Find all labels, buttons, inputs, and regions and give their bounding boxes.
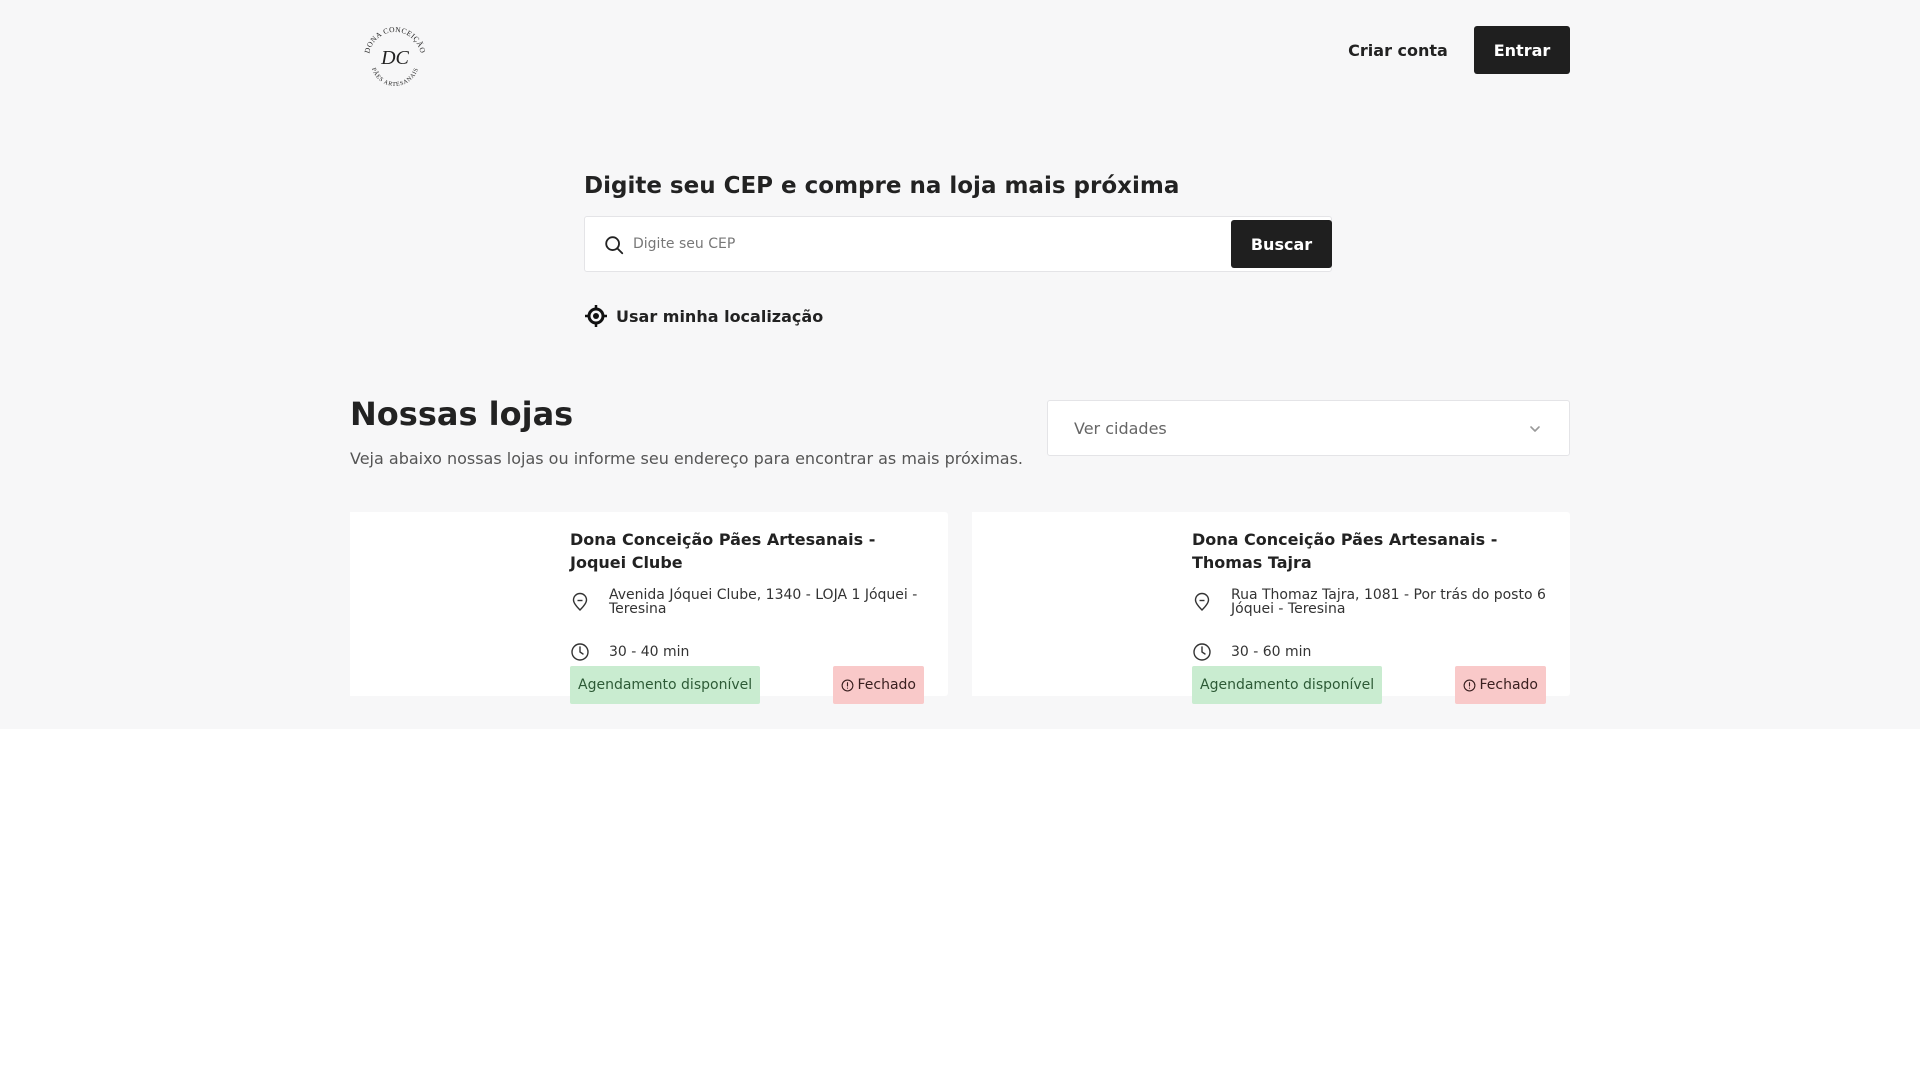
use-location-button[interactable]: Usar minha localização (584, 303, 823, 329)
status-badge-label: Fechado (857, 677, 916, 693)
clock-icon (571, 643, 589, 661)
store-delivery-time: 30 - 60 min (1231, 644, 1312, 660)
login-button[interactable]: Entrar (1474, 26, 1570, 74)
top-section (0, 0, 1920, 729)
scheduling-badge: Agendamento disponível (570, 666, 761, 704)
store-delivery-time: 30 - 40 min (609, 644, 690, 660)
store-address-row: Rua Thomaz Tajra, 1081 - Por trás do pos… (1192, 588, 1552, 616)
chevron-down-icon (1530, 426, 1540, 432)
city-select-label: Ver cidades (1074, 419, 1167, 438)
status-badge: Fechado (833, 666, 924, 704)
create-account-button[interactable]: Criar conta (1340, 26, 1456, 74)
scheduling-badge: Agendamento disponível (1192, 666, 1383, 704)
clock-icon (1193, 643, 1211, 661)
map-pin-icon (1194, 592, 1210, 611)
stores-title: Nossas lojas (350, 395, 574, 433)
crosshair-icon (585, 305, 607, 327)
status-badge-label: Fechado (1479, 677, 1538, 693)
stores-subtitle: Veja abaixo nossas lojas ou informe seu … (350, 449, 1023, 468)
store-time-row: 30 - 60 min (1192, 642, 1311, 662)
cep-search-title: Digite seu CEP e compre na loja mais pró… (584, 173, 1180, 199)
search-icon (605, 236, 624, 255)
cep-search-box: Buscar (584, 216, 1332, 272)
store-thumbnail (350, 512, 550, 696)
logo-bottom-text: PÃES ARTESANAIS (370, 67, 420, 88)
store-name: Dona Conceição Pães Artesanais - Joquei … (570, 530, 876, 572)
map-pin-icon (572, 592, 588, 611)
store-card[interactable]: Dona Conceição Pães Artesanais - Joquei … (350, 512, 948, 704)
cep-input[interactable] (633, 227, 1193, 261)
svg-text:PÃES ARTESANAIS: PÃES ARTESANAIS (370, 67, 420, 88)
use-location-label: Usar minha localização (616, 306, 824, 326)
store-address: Avenida Jóquei Clube, 1340 - LOJA 1 Jóqu… (609, 587, 918, 617)
status-badge: Fechado (1455, 666, 1546, 704)
store-card[interactable]: Dona Conceição Pães Artesanais - Thomas … (972, 512, 1570, 704)
store-time-row: 30 - 40 min (570, 642, 689, 662)
store-thumbnail (972, 512, 1172, 696)
city-select[interactable]: Ver cidades (1047, 400, 1570, 456)
alert-circle-icon (1464, 679, 1476, 691)
logo-monogram: DC (380, 47, 409, 69)
alert-circle-icon (842, 679, 854, 691)
store-name: Dona Conceição Pães Artesanais - Thomas … (1192, 530, 1498, 572)
search-button[interactable]: Buscar (1231, 220, 1332, 268)
store-address: Rua Thomaz Tajra, 1081 - Por trás do pos… (1231, 587, 1546, 617)
store-address-row: Avenida Jóquei Clube, 1340 - LOJA 1 Jóqu… (570, 588, 930, 616)
brand-logo[interactable]: DONA CONCEIÇÃO PÃES ARTESANAIS DC (359, 20, 431, 92)
